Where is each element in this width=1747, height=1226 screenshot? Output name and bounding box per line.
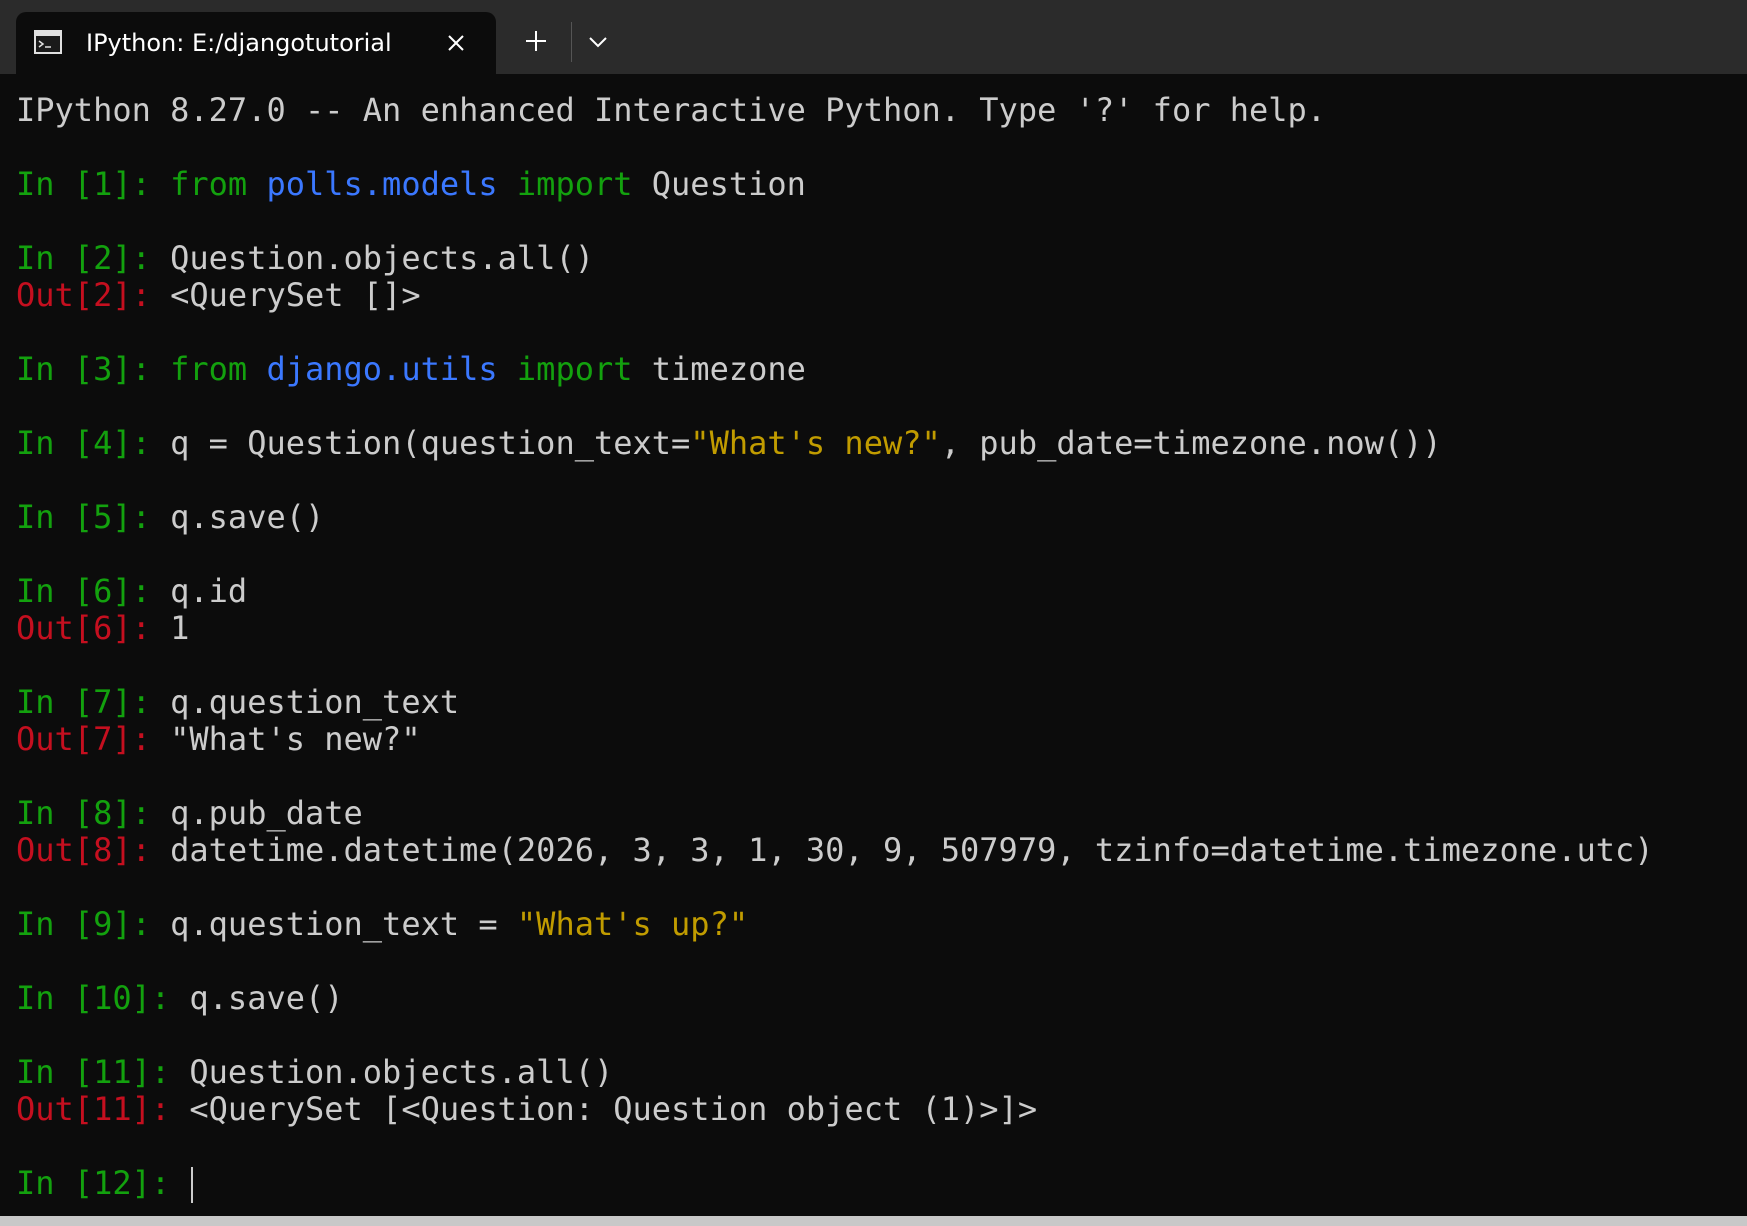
input-line: In [3]: from django.utils import timezon… (16, 351, 1654, 388)
output-value: <QuerySet [<Question: Question object (1… (189, 1090, 1038, 1128)
code-token: from (170, 350, 248, 388)
out-prompt: Out[8]: (16, 831, 171, 869)
out-prompt: Out[11]: (16, 1090, 190, 1128)
output-value: "What's new?" (170, 720, 421, 758)
output-line: Out[7]: "What's new?" (16, 721, 1654, 758)
input-line: In [7]: q.question_text (16, 684, 1654, 721)
output-line: Out[8]: datetime.datetime(2026, 3, 3, 1,… (16, 832, 1654, 869)
code-token: , pub_date=timezone.now()) (940, 424, 1442, 462)
code-token: polls.models (266, 165, 498, 203)
output-value: <QuerySet []> (170, 276, 421, 314)
code-token: timezone (632, 350, 806, 388)
close-icon[interactable] (441, 28, 471, 58)
code-token: import (516, 165, 633, 203)
code-token: q.save() (189, 979, 344, 1017)
out-prompt: Out[6]: (16, 609, 171, 647)
input-line: In [11]: Question.objects.all() (16, 1054, 1654, 1091)
output-line: Out[11]: <QuerySet [<Question: Question … (16, 1091, 1654, 1128)
out-prompt: Out[2]: (16, 276, 171, 314)
input-line: In [5]: q.save() (16, 499, 1654, 536)
code-token: Question.objects.all() (170, 239, 594, 277)
input-line: In [1]: from polls.models import Questio… (16, 166, 1654, 203)
in-prompt: In [6]: (16, 572, 171, 610)
code-token: "What's new?" (690, 424, 941, 462)
output-value: 1 (170, 609, 190, 647)
code-token: q = Question(question_text= (170, 424, 691, 462)
code-token: q.save() (170, 498, 325, 536)
in-prompt: In [5]: (16, 498, 171, 536)
input-line: In [9]: q.question_text = "What's up?" (16, 906, 1654, 943)
text-cursor (191, 1167, 194, 1203)
code-token: import (516, 350, 633, 388)
input-line: In [2]: Question.objects.all() (16, 240, 1654, 277)
code-token: from (170, 165, 248, 203)
plus-icon[interactable] (521, 26, 551, 56)
tab-ipython[interactable]: IPython: E:/djangotutorial (16, 12, 496, 74)
code-token: Question.objects.all() (189, 1053, 614, 1091)
in-prompt: In [8]: (16, 794, 171, 832)
output-line: Out[6]: 1 (16, 610, 1654, 647)
in-prompt: In [1]: (16, 165, 171, 203)
current-input-line[interactable]: In [12]: (16, 1164, 1654, 1203)
code-token: q.question_text = (170, 905, 517, 943)
input-line: In [4]: q = Question(question_text="What… (16, 425, 1654, 462)
input-line: In [8]: q.pub_date (16, 795, 1654, 832)
chevron-down-icon[interactable] (584, 28, 612, 56)
code-token: django.utils (266, 350, 498, 388)
in-prompt: In [10]: (16, 979, 190, 1017)
output-line: Out[2]: <QuerySet []> (16, 277, 1654, 314)
terminal-lines: IPython 8.27.0 -- An enhanced Interactiv… (16, 91, 1654, 1203)
out-prompt: Out[7]: (16, 720, 171, 758)
in-prompt: In [12]: (16, 1164, 190, 1202)
in-prompt: In [2]: (16, 239, 171, 277)
banner-line: IPython 8.27.0 -- An enhanced Interactiv… (16, 91, 1327, 129)
terminal-output[interactable]: IPython 8.27.0 -- An enhanced Interactiv… (0, 74, 1747, 1216)
in-prompt: In [3]: (16, 350, 171, 388)
title-bar: IPython: E:/djangotutorial (0, 0, 1747, 74)
tab-title: IPython: E:/djangotutorial (86, 29, 392, 57)
code-token: q.id (170, 572, 248, 610)
in-prompt: In [7]: (16, 683, 171, 721)
code-token: q.pub_date (170, 794, 363, 832)
bottom-edge (0, 1216, 1747, 1226)
code-token: q.question_text (170, 683, 460, 721)
input-line: In [6]: q.id (16, 573, 1654, 610)
input-line: In [10]: q.save() (16, 980, 1654, 1017)
in-prompt: In [4]: (16, 424, 171, 462)
in-prompt: In [9]: (16, 905, 171, 943)
tab-separator (571, 22, 572, 62)
output-value: datetime.datetime(2026, 3, 3, 1, 30, 9, … (170, 831, 1654, 869)
in-prompt: In [11]: (16, 1053, 190, 1091)
terminal-icon (34, 30, 62, 54)
code-token: "What's up?" (516, 905, 749, 943)
code-token: Question (632, 165, 806, 203)
